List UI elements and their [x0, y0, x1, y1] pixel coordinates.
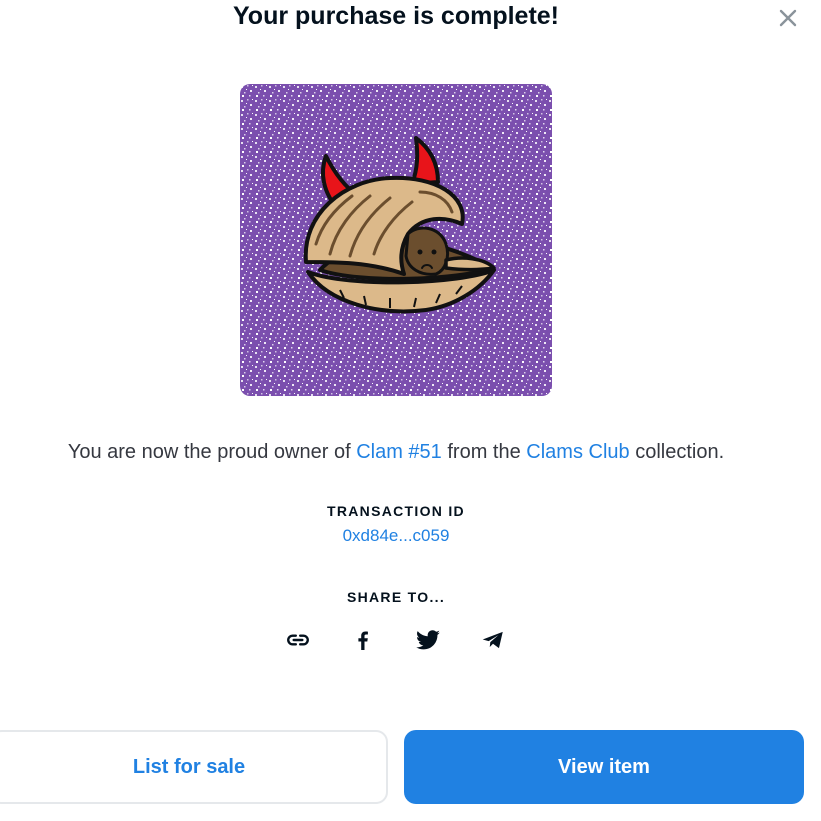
link-icon: [287, 634, 309, 646]
ownership-message: You are now the proud owner of Clam #51 …: [0, 438, 792, 466]
share-twitter-button[interactable]: [411, 623, 445, 657]
purchase-complete-modal: Your purchase is complete! You are now t…: [0, 0, 821, 821]
telegram-icon: [482, 631, 503, 649]
share-label: SHARE TO...: [346, 589, 446, 605]
close-button[interactable]: [774, 4, 802, 32]
transaction-id-link[interactable]: 0xd84e...c059: [343, 526, 450, 545]
share-icons-row: [0, 623, 792, 657]
modal-title: Your purchase is complete!: [232, 2, 559, 30]
facebook-icon: [358, 631, 368, 650]
list-for-sale-button[interactable]: List for sale: [0, 730, 388, 804]
transaction-id-label: TRANSACTION ID: [327, 503, 465, 519]
owner-message-middle: from the: [441, 441, 527, 463]
copy-link-button[interactable]: [281, 623, 315, 657]
twitter-icon: [416, 630, 440, 650]
view-item-button[interactable]: View item: [404, 730, 804, 804]
share-facebook-button[interactable]: [346, 623, 380, 657]
owner-message-prefix: You are now the proud owner of: [67, 441, 357, 463]
item-link[interactable]: Clam #51: [356, 441, 442, 463]
nft-image: [240, 84, 552, 396]
owner-message-suffix: collection.: [629, 441, 725, 463]
share-telegram-button[interactable]: [476, 623, 510, 657]
close-icon: [779, 9, 797, 27]
collection-link[interactable]: Clams Club: [526, 441, 629, 463]
